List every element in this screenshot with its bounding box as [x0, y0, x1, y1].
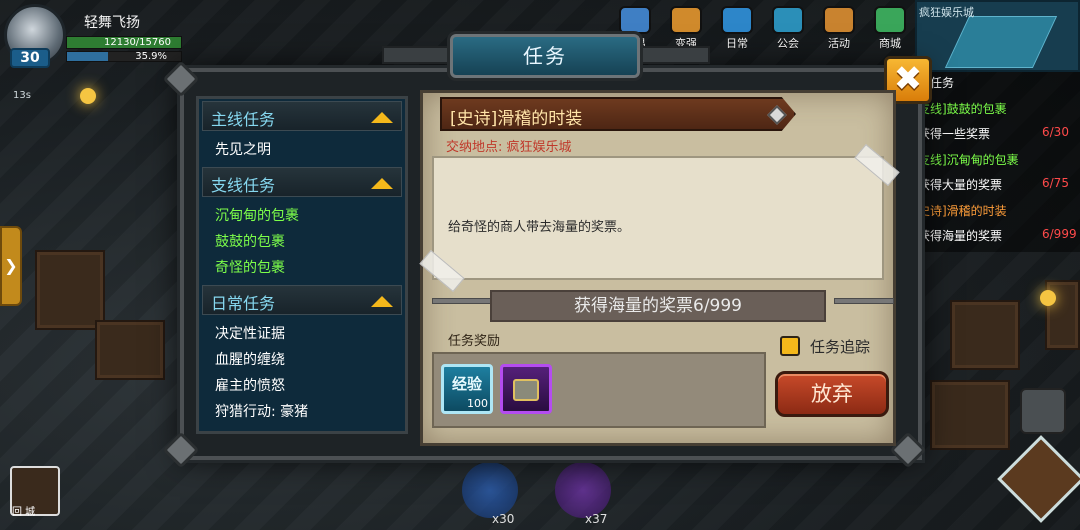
lamp — [1040, 290, 1056, 306]
category-daily-quests[interactable]: 日常任务 — [202, 285, 402, 315]
abandon-label: 放弃 — [811, 382, 853, 406]
quest-item[interactable]: 先见之明 — [215, 139, 271, 159]
quest-item[interactable]: 鼓鼓的包裹 — [215, 231, 285, 251]
title-wing-right — [640, 46, 710, 64]
skill-slot-icon[interactable] — [462, 462, 518, 518]
nav-label: 公会 — [777, 37, 799, 50]
quest-item[interactable]: 奇怪的包裹 — [215, 257, 285, 277]
category-side-quests[interactable]: 支线任务 — [202, 167, 402, 197]
nav-label: 商城 — [879, 37, 901, 50]
category-main-quests[interactable]: 主线任务 — [202, 101, 402, 131]
nav-button[interactable]: 活动 — [816, 6, 862, 50]
nav-button[interactable]: 公会 — [765, 6, 811, 50]
reward-exp-count: 100 — [467, 397, 488, 410]
quest-item[interactable]: 雇主的愤怒 — [215, 375, 285, 395]
lamp — [80, 88, 96, 104]
category-label: 主线任务 — [211, 110, 276, 129]
quest-description-paper: 给奇怪的商人带去海量的奖票。 — [432, 156, 884, 280]
tracker-text: 获得海量的奖票 — [918, 229, 1003, 243]
nav-button[interactable]: 变强 — [663, 6, 709, 50]
tracker-row[interactable]: 获得一些奖票 6/30 — [918, 125, 1069, 142]
tracker-row[interactable]: 支线]沉甸甸的包裹 — [918, 151, 1019, 168]
tracker-count: 6/30 — [1042, 125, 1069, 139]
title-wing-left — [382, 46, 452, 64]
dialog-title-bar: 任务 — [450, 34, 640, 78]
xp-text: 35.9% — [135, 51, 167, 62]
tracker-count: 6/75 — [1042, 176, 1069, 190]
dialog-title: 任务 — [523, 44, 567, 68]
quest-category-list: 主线任务 先见之明 支线任务 沉甸甸的包裹 鼓鼓的包裹 奇怪的包裹 日常任务 决… — [196, 96, 408, 434]
quest-item[interactable]: 决定性证据 — [215, 323, 285, 343]
reward-exp-label: 经验 — [451, 375, 482, 393]
bag-icon[interactable] — [1020, 388, 1066, 434]
tracker-row[interactable]: 支线]鼓鼓的包裹 — [918, 100, 1007, 117]
quest-track-checkbox[interactable] — [780, 336, 800, 356]
collapse-caret-icon[interactable] — [371, 178, 393, 189]
tracker-text: 支线]沉甸甸的包裹 — [918, 152, 1019, 167]
crate — [35, 250, 105, 330]
progress-bar-cap — [432, 298, 492, 304]
minimap-area — [944, 16, 1058, 68]
side-expand-arrow-icon[interactable]: ❯ — [0, 226, 22, 306]
quest-title-bar: [史诗]滑稽的时装 — [440, 97, 796, 131]
category-label: 日常任务 — [211, 294, 276, 313]
hp-bar: 12130/15760 — [66, 36, 182, 49]
guild-icon — [772, 6, 804, 34]
buff-timer: 13s — [13, 90, 31, 101]
crate — [950, 300, 1020, 370]
collapse-caret-icon[interactable] — [371, 296, 393, 307]
return-town-label: 回 城 — [12, 507, 36, 518]
event-icon — [823, 6, 855, 34]
xp-bar-fill — [67, 52, 108, 61]
progress-bar-cap — [834, 298, 894, 304]
abandon-quest-button[interactable]: 放弃 — [775, 371, 889, 417]
minimap[interactable]: 疯狂娱乐城 — [915, 0, 1080, 72]
turn-in-location: 交纳地点: 疯狂娱乐城 — [446, 140, 572, 155]
shop-cart-icon — [874, 6, 906, 34]
tracker-text: 获得大量的奖票 — [918, 178, 1003, 192]
player-level-badge: 30 — [10, 48, 50, 68]
quest-title: [史诗]滑稽的时装 — [450, 109, 583, 129]
crate — [930, 380, 1010, 450]
collapse-caret-icon[interactable] — [371, 112, 393, 123]
tracker-text: 支线]鼓鼓的包裹 — [918, 101, 1007, 116]
nav-button[interactable]: 商城 — [867, 6, 913, 50]
power-up-icon — [670, 6, 702, 34]
exchange-icon — [619, 6, 651, 34]
tracker-text: 获得一些奖票 — [918, 127, 991, 141]
reward-title: 任务奖励 — [448, 334, 501, 349]
quest-progress-bar: 获得海量的奖票6/999 — [490, 290, 826, 322]
quest-item[interactable]: 狩猎行动: 豪猪 — [215, 401, 308, 421]
tracker-text: 史诗]滑稽的时装 — [918, 203, 1007, 218]
nav-button[interactable]: 日常 — [714, 6, 760, 50]
item-count-left: x30 — [492, 512, 515, 526]
quest-item[interactable]: 血腥的缠绕 — [215, 349, 285, 369]
xp-bar: 35.9% — [66, 51, 182, 62]
player-name: 轻舞飞扬 — [84, 15, 140, 31]
nav-label: 活动 — [828, 37, 850, 50]
minimap-title: 疯狂娱乐城 — [919, 6, 974, 19]
crate — [95, 320, 165, 380]
skill-slot-icon[interactable] — [555, 462, 611, 518]
chest-icon — [513, 379, 539, 401]
tracker-row[interactable]: 获得大量的奖票 6/75 — [918, 176, 1069, 193]
daily-icon — [721, 6, 753, 34]
gem-icon — [767, 105, 787, 125]
quest-item[interactable]: 沉甸甸的包裹 — [215, 205, 299, 225]
quest-progress-text: 获得海量的奖票6/999 — [574, 296, 742, 316]
category-label: 支线任务 — [211, 176, 276, 195]
tracker-count: 6/999 — [1042, 227, 1077, 241]
tracker-row[interactable]: 获得海量的奖票 6/999 — [918, 227, 1077, 244]
quest-tracker[interactable]: 线任务 支线]鼓鼓的包裹 获得一些奖票 6/30 支线]沉甸甸的包裹 获得大量的奖票 6/7… — [915, 72, 1080, 252]
quest-track-label: 任务追踪 — [810, 338, 871, 356]
quest-description: 给奇怪的商人带去海量的奖票。 — [448, 220, 631, 235]
tracker-row[interactable]: 史诗]滑稽的时装 — [918, 202, 1007, 219]
nav-label: 日常 — [726, 37, 748, 50]
item-count-right: x37 — [585, 512, 608, 526]
reward-exp-item[interactable]: 经验 100 — [441, 364, 493, 414]
reward-chest-item[interactable] — [500, 364, 552, 414]
